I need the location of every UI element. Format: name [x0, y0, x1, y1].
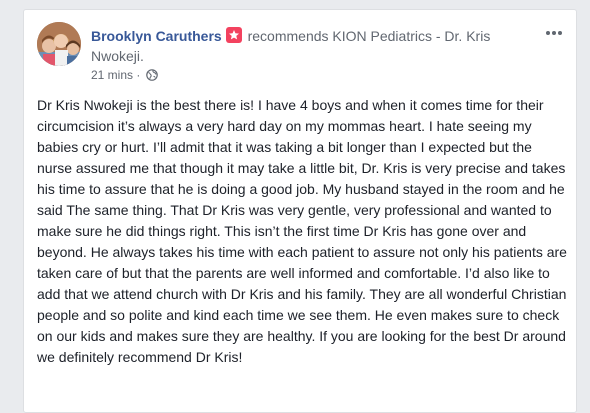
author-name-link[interactable]: Brooklyn Caruthers [91, 28, 222, 44]
recommends-text: recommends [247, 28, 329, 44]
post-header: Brooklyn Caruthers recommends KION Pedia… [91, 26, 523, 66]
timestamp-link[interactable]: 21 mins [91, 68, 133, 82]
globe-icon[interactable] [145, 69, 158, 81]
post-meta: 21 mins · [91, 67, 158, 83]
recommendation-post: Brooklyn Caruthers recommends KION Pedia… [23, 9, 577, 413]
feed-page: Brooklyn Caruthers recommends KION Pedia… [0, 0, 590, 413]
avatar-photo [37, 22, 81, 66]
post-body-text: Dr Kris Nwokeji is the best there is! I … [37, 97, 567, 365]
meta-separator: · [133, 68, 144, 82]
recommend-star-icon [225, 27, 242, 43]
avatar[interactable] [37, 22, 81, 66]
more-options-icon[interactable] [544, 25, 564, 41]
